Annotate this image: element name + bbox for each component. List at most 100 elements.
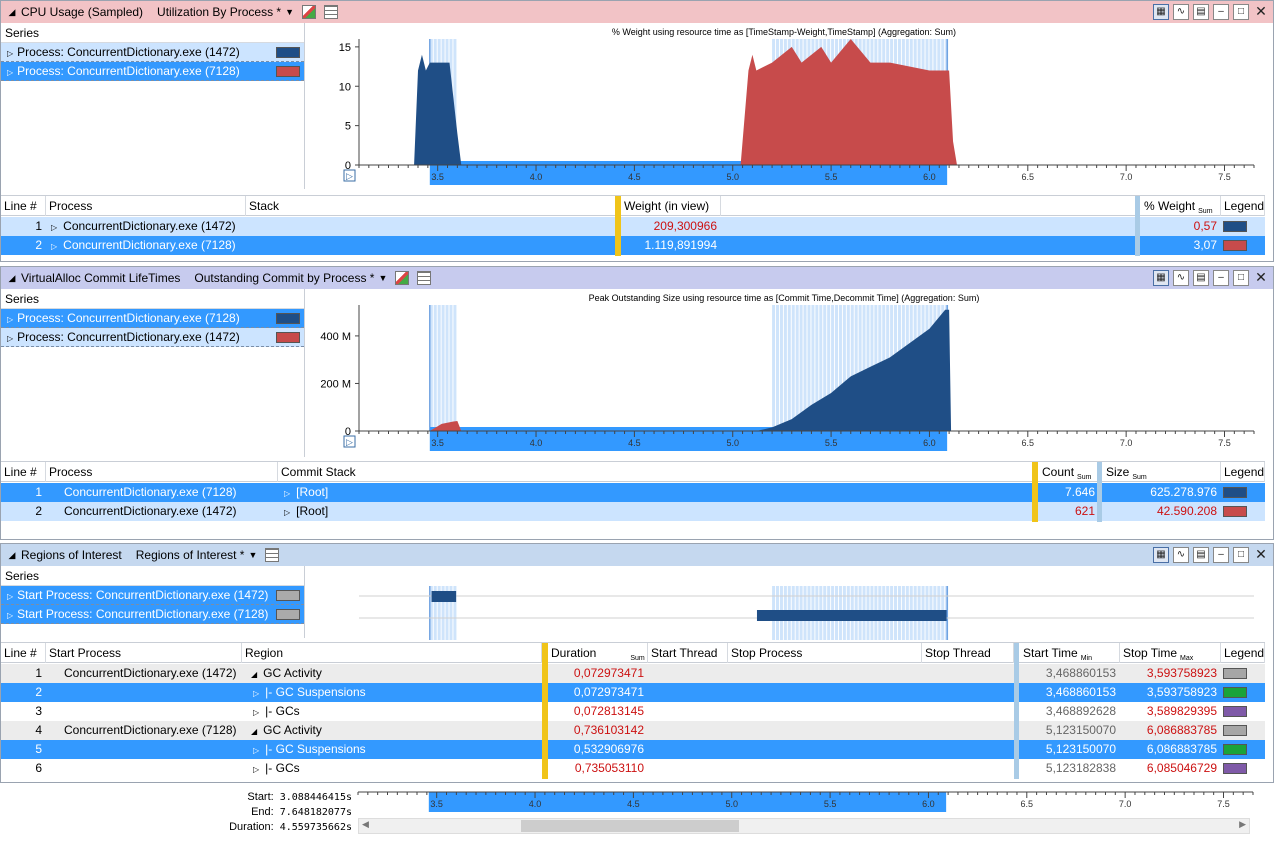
expand-arrow-icon[interactable]: ◢ bbox=[251, 670, 257, 679]
column-header-weight[interactable]: Weight (in view) bbox=[621, 196, 721, 216]
preset-dropdown[interactable]: Utilization By Process * bbox=[157, 5, 281, 19]
table-row[interactable]: 1 ▷ ConcurrentDictionary.exe (1472) 209,3… bbox=[1, 217, 1265, 236]
column-header-duration[interactable]: Duration Sum bbox=[548, 643, 648, 663]
expand-arrow-icon[interactable]: ◢ bbox=[251, 727, 257, 736]
expand-arrow-icon[interactable]: ▷ bbox=[284, 508, 290, 517]
table-only-button[interactable]: ▤ bbox=[1193, 270, 1209, 286]
column-header-count[interactable]: Count Sum bbox=[1039, 462, 1099, 482]
regions-timeline[interactable] bbox=[306, 566, 1261, 640]
graph-type-icon[interactable] bbox=[302, 5, 317, 19]
expand-arrow-icon[interactable]: ▷ bbox=[253, 746, 259, 755]
column-header-region[interactable]: Region bbox=[242, 643, 542, 663]
column-header-start-process[interactable]: Start Process bbox=[46, 643, 242, 663]
expand-arrow-icon[interactable]: ▷ bbox=[51, 242, 57, 251]
expand-arrow-icon[interactable]: ▷ bbox=[253, 708, 259, 717]
scroll-left-icon[interactable]: ◀ bbox=[362, 819, 369, 830]
column-header-stack[interactable]: Stack bbox=[246, 196, 616, 216]
grouping-bar[interactable] bbox=[615, 196, 621, 256]
table-row[interactable]: 2 ▷ |- GC Suspensions 0,072973471 3,46886015… bbox=[1, 683, 1265, 702]
column-header-legend[interactable]: Legend bbox=[1221, 462, 1265, 482]
preset-dropdown[interactable]: Regions of Interest * bbox=[136, 548, 245, 562]
cpu-area-chart[interactable]: % Weight using resource time as [TimeSta… bbox=[306, 23, 1261, 193]
chevron-down-icon[interactable]: ▼ bbox=[248, 550, 257, 560]
series-item[interactable]: ▷ Process: ConcurrentDictionary.exe (1472… bbox=[1, 43, 304, 62]
graph-and-table-button[interactable]: ▦ bbox=[1153, 4, 1169, 20]
column-header-pct-weight[interactable]: % Weight Sum bbox=[1141, 196, 1221, 216]
graph-only-button[interactable]: ∿ bbox=[1173, 4, 1189, 20]
graphing-bar[interactable] bbox=[1135, 196, 1140, 256]
timeline-ruler[interactable]: 3.5 4.0 4.5 5.0 5.5 6.0 6.5 7.0 7.5 bbox=[305, 786, 1260, 816]
graph-and-table-button[interactable]: ▦ bbox=[1153, 547, 1169, 563]
close-icon[interactable]: ✕ bbox=[1253, 547, 1269, 563]
table-only-button[interactable]: ▤ bbox=[1193, 547, 1209, 563]
table-row[interactable]: 1 ConcurrentDictionary.exe (1472) ◢ GC Acti… bbox=[1, 664, 1265, 683]
preset-dropdown[interactable]: Outstanding Commit by Process * bbox=[194, 271, 374, 285]
expand-arrow-icon[interactable]: ▷ bbox=[7, 334, 13, 343]
minimize-button[interactable]: – bbox=[1213, 270, 1229, 286]
close-icon[interactable]: ✕ bbox=[1253, 270, 1269, 286]
horizontal-scrollbar[interactable]: ◀ ▶ bbox=[358, 818, 1250, 834]
scroll-right-icon[interactable]: ▶ bbox=[1239, 819, 1246, 830]
close-icon[interactable]: ✕ bbox=[1253, 4, 1269, 20]
column-header-legend[interactable]: Legend bbox=[1221, 196, 1265, 216]
graph-type-icon[interactable] bbox=[395, 271, 410, 285]
maximize-button[interactable]: □ bbox=[1233, 547, 1249, 563]
table-row[interactable]: 6 ▷ |- GCs 0,735053110 5,123182838 6,08504672… bbox=[1, 759, 1265, 778]
settings-icon[interactable] bbox=[324, 5, 339, 19]
expand-arrow-icon[interactable]: ▷ bbox=[253, 689, 259, 698]
commit-area-chart[interactable]: Peak Outstanding Size using resource tim… bbox=[306, 289, 1261, 459]
column-header-line[interactable]: Line # bbox=[1, 643, 46, 663]
column-header-process[interactable]: Process bbox=[46, 462, 278, 482]
column-header-legend[interactable]: Legend bbox=[1221, 643, 1265, 663]
series-item[interactable]: ▷ Start Process: ConcurrentDictionary.exe… bbox=[1, 605, 304, 624]
maximize-button[interactable]: □ bbox=[1233, 4, 1249, 20]
chevron-down-icon[interactable]: ▼ bbox=[378, 273, 387, 283]
expand-arrow-icon[interactable]: ▷ bbox=[7, 68, 13, 77]
scroll-thumb[interactable] bbox=[521, 820, 739, 832]
series-item[interactable]: ▷ Process: ConcurrentDictionary.exe (7128… bbox=[1, 309, 304, 328]
grouping-bar[interactable] bbox=[1032, 462, 1038, 522]
series-item[interactable]: ▷ Process: ConcurrentDictionary.exe (7128… bbox=[1, 62, 304, 81]
graph-only-button[interactable]: ∿ bbox=[1173, 270, 1189, 286]
series-item[interactable]: ▷ Process: ConcurrentDictionary.exe (1472… bbox=[1, 328, 304, 347]
column-header-stop-process[interactable]: Stop Process bbox=[728, 643, 922, 663]
table-row[interactable]: 5 ▷ |- GC Suspensions 0,532906976 5,12315007… bbox=[1, 740, 1265, 759]
table-only-button[interactable]: ▤ bbox=[1193, 4, 1209, 20]
table-row[interactable]: 2 ConcurrentDictionary.exe (1472) ▷ [Root… bbox=[1, 502, 1265, 521]
graph-and-table-button[interactable]: ▦ bbox=[1153, 270, 1169, 286]
expand-arrow-icon[interactable]: ▷ bbox=[7, 315, 13, 324]
minimize-button[interactable]: – bbox=[1213, 4, 1229, 20]
table-row[interactable]: 1 ConcurrentDictionary.exe (7128) ▷ [Root… bbox=[1, 483, 1265, 502]
column-header-line[interactable]: Line # bbox=[1, 196, 46, 216]
graph-only-button[interactable]: ∿ bbox=[1173, 547, 1189, 563]
expand-arrow-icon[interactable]: ▷ bbox=[253, 765, 259, 774]
collapse-triangle-icon[interactable]: ◢ bbox=[5, 7, 19, 18]
chevron-down-icon[interactable]: ▼ bbox=[285, 7, 294, 17]
table-row[interactable]: 4 ConcurrentDictionary.exe (7128) ◢ GC Acti… bbox=[1, 721, 1265, 740]
column-header-stop-time[interactable]: Stop Time Max bbox=[1120, 643, 1221, 663]
column-header-start-thread[interactable]: Start Thread bbox=[648, 643, 728, 663]
table-row[interactable]: 2 ▷ ConcurrentDictionary.exe (7128) 1.119… bbox=[1, 236, 1265, 255]
expand-arrow-icon[interactable]: ▷ bbox=[7, 611, 13, 620]
minimize-button[interactable]: – bbox=[1213, 547, 1229, 563]
expand-arrow-icon[interactable]: ▷ bbox=[7, 49, 13, 58]
column-header-start-time[interactable]: Start Time Min bbox=[1020, 643, 1120, 663]
collapse-triangle-icon[interactable]: ◢ bbox=[5, 550, 19, 561]
graphing-bar[interactable] bbox=[1097, 462, 1102, 522]
column-header-commit-stack[interactable]: Commit Stack bbox=[278, 462, 1033, 482]
expand-arrow-icon[interactable]: ▷ bbox=[51, 223, 57, 232]
settings-icon[interactable] bbox=[265, 548, 280, 562]
column-header-stop-thread[interactable]: Stop Thread bbox=[922, 643, 1014, 663]
expand-arrow-icon[interactable]: ▷ bbox=[7, 592, 13, 601]
expand-arrow-icon[interactable]: ▷ bbox=[284, 489, 290, 498]
series-item[interactable]: ▷ Start Process: ConcurrentDictionary.exe… bbox=[1, 586, 304, 605]
grouping-bar[interactable] bbox=[542, 643, 548, 779]
column-header-process[interactable]: Process bbox=[46, 196, 246, 216]
settings-icon[interactable] bbox=[417, 271, 432, 285]
graphing-bar[interactable] bbox=[1014, 643, 1019, 779]
maximize-button[interactable]: □ bbox=[1233, 270, 1249, 286]
column-header-line[interactable]: Line # bbox=[1, 462, 46, 482]
table-row[interactable]: 3 ▷ |- GCs 0,072813145 3,468892628 3,58982939… bbox=[1, 702, 1265, 721]
column-header-size[interactable]: Size Sum bbox=[1103, 462, 1221, 482]
collapse-triangle-icon[interactable]: ◢ bbox=[5, 273, 19, 284]
